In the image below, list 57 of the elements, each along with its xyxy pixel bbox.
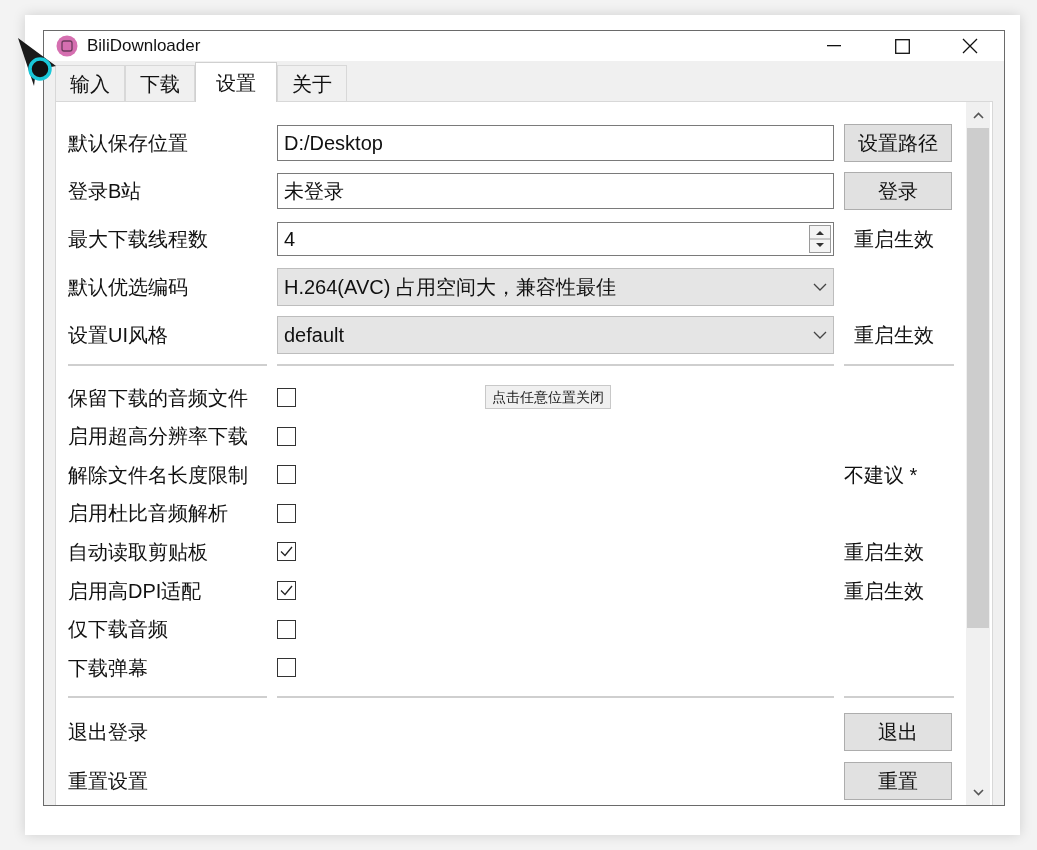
- scrollbar[interactable]: [966, 102, 990, 805]
- close-icon: [962, 38, 978, 55]
- dropdown[interactable]: default: [277, 316, 834, 355]
- spin-box[interactable]: 4: [277, 222, 834, 257]
- chevron-down-icon: [813, 282, 827, 292]
- text-field[interactable]: D:/Desktop: [277, 125, 834, 162]
- text-field[interactable]: 未登录: [277, 173, 834, 210]
- chevron-down-icon: [813, 330, 827, 340]
- setting-label: 最大下载线程数: [68, 227, 209, 253]
- setting-label: 登录B站: [68, 179, 143, 205]
- option-label: 启用杜比音频解析: [68, 501, 229, 527]
- note-text: 重启生效: [853, 227, 935, 253]
- tab[interactable]: 输入: [55, 65, 125, 102]
- option-label: 解除文件名长度限制: [68, 462, 249, 488]
- option-label: 保留下载的音频文件: [68, 385, 249, 411]
- push-button[interactable]: 设置路径: [844, 124, 952, 163]
- push-button[interactable]: 登录: [844, 172, 952, 211]
- setting-label: 默认保存位置: [68, 131, 189, 157]
- push-button[interactable]: 退出: [844, 712, 952, 751]
- tab[interactable]: 设置: [195, 62, 277, 103]
- setting-label: 设置UI风格: [68, 323, 169, 349]
- checkbox[interactable]: [277, 388, 296, 408]
- scroll-up-icon[interactable]: [972, 111, 984, 119]
- setting-label: 重置设置: [68, 768, 149, 794]
- checkbox[interactable]: [277, 542, 296, 562]
- note-text: 重启生效: [843, 540, 925, 563]
- window-title: BiliDownloader: [87, 35, 201, 58]
- checkmark-icon: [280, 546, 293, 558]
- option-label: 自动读取剪贴板: [68, 539, 209, 565]
- spin-arrows-icon[interactable]: [809, 225, 831, 254]
- checkbox[interactable]: [277, 658, 296, 678]
- cursor-icon: [16, 36, 58, 88]
- scroll-down-icon[interactable]: [972, 788, 984, 796]
- app-logo-icon: [56, 35, 78, 58]
- maximize-icon: [894, 38, 910, 54]
- minimize-icon: [827, 45, 841, 48]
- checkbox[interactable]: [277, 503, 296, 523]
- option-label: 仅下载音频: [68, 617, 169, 643]
- checkmark-icon: [280, 585, 293, 596]
- dropdown[interactable]: H.264(AVC) 占用空间大，兼容性最佳: [277, 268, 834, 307]
- setting-label: 默认优选编码: [68, 275, 189, 301]
- checkbox[interactable]: [277, 426, 296, 446]
- checkbox[interactable]: [277, 581, 296, 600]
- checkbox[interactable]: [277, 465, 296, 485]
- option-label: 下载弹幕: [68, 655, 149, 681]
- tooltip: 点击任意位置关闭: [485, 385, 611, 409]
- note-text: 重启生效: [853, 323, 935, 349]
- setting-label: 退出登录: [68, 719, 149, 745]
- tab[interactable]: 下载: [125, 65, 195, 102]
- push-button[interactable]: 重置: [844, 761, 952, 800]
- tab[interactable]: 关于: [277, 65, 347, 102]
- note-text: 重启生效: [843, 579, 925, 602]
- scrollbar-thumb[interactable]: [967, 128, 989, 629]
- option-label: 启用超高分辨率下载: [68, 424, 249, 450]
- note-text: 不建议 *: [843, 463, 919, 486]
- checkbox[interactable]: [277, 619, 296, 639]
- option-label: 启用高DPI适配: [68, 578, 203, 604]
